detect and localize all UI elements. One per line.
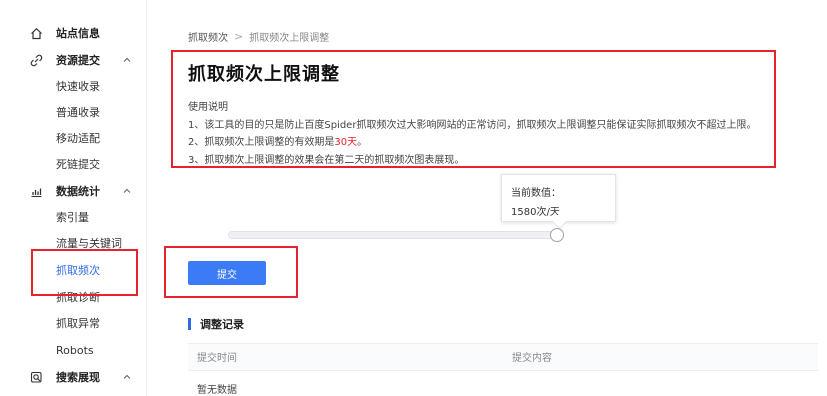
tooltip-label: 当前数值： [511, 188, 561, 199]
sidebar-item-label: 抓取诊断 [56, 291, 100, 304]
sidebar: 站点信息 资源提交 快速收录 普通收录 移动适配 死链提交 数据统计 索引量 流… [0, 0, 147, 396]
sidebar-item-label: 普通收录 [56, 106, 100, 119]
sidebar-item-traffic-keywords[interactable]: 流量与关键词 [0, 230, 146, 256]
usage-note-1: 1、该工具的目的只是防止百度Spider抓取频次过大影响网站的正常访问，抓取频次… [188, 120, 757, 131]
bar-chart-icon [29, 184, 43, 198]
sidebar-item-label: 数据统计 [56, 185, 100, 198]
breadcrumb-parent[interactable]: 抓取频次 [188, 29, 228, 44]
page-title: 抓取频次上限调整 [188, 64, 340, 85]
sidebar-item-dead-link[interactable]: 死链提交 [0, 151, 146, 177]
frequency-slider-thumb[interactable] [549, 228, 564, 242]
breadcrumb: 抓取频次 > 抓取频次上限调整 [188, 29, 329, 44]
sidebar-item-label: 资源提交 [56, 54, 100, 67]
slider-tooltip: 当前数值： 1580次/天 [501, 174, 616, 230]
records-title: 调整记录 [200, 318, 244, 331]
chevron-up-icon [123, 57, 131, 62]
empty-state-text: 暂无数据 [197, 385, 237, 396]
sidebar-item-label: 索引量 [56, 211, 89, 224]
frequency-slider-track[interactable] [228, 231, 562, 239]
sidebar-item-crawl-errors[interactable]: 抓取异常 [0, 310, 146, 336]
sidebar-item-data-stats[interactable]: 数据统计 [0, 178, 146, 204]
sidebar-item-label: 死链提交 [56, 158, 100, 171]
frequency-slider-fill [229, 232, 557, 238]
chevron-up-icon [123, 374, 131, 379]
sidebar-item-search-display[interactable]: 搜索展现 [0, 364, 146, 390]
sidebar-item-label: 搜索展现 [56, 371, 100, 384]
column-header-submit-content: 提交内容 [512, 353, 552, 364]
sidebar-item-crawl-diagnosis[interactable]: 抓取诊断 [0, 284, 146, 310]
breadcrumb-separator: > [234, 30, 244, 43]
sidebar-item-index-volume[interactable]: 索引量 [0, 204, 146, 230]
usage-note-2-suffix: 。 [357, 137, 368, 148]
sidebar-item-label: 移动适配 [56, 132, 100, 145]
search-icon [29, 370, 43, 384]
tooltip-value: 1580次/天 [511, 207, 560, 218]
usage-label: 使用说明 [188, 102, 228, 113]
chevron-up-icon [123, 188, 131, 193]
sidebar-item-resource-submit[interactable]: 资源提交 [0, 47, 146, 73]
usage-note-2-prefix: 2、抓取频次上限调整的有效期是 [188, 137, 335, 148]
submit-button[interactable]: 提交 [188, 261, 266, 285]
usage-note-3: 3、抓取频次上限调整的效果会在第二天的抓取频次图表展现。 [188, 155, 465, 166]
records-table-header [188, 343, 818, 371]
sidebar-item-label: Robots [56, 343, 94, 357]
section-accent-bar [188, 318, 191, 330]
usage-note-2: 2、抓取频次上限调整的有效期是30天。 [188, 133, 367, 148]
column-header-submit-time: 提交时间 [197, 353, 237, 364]
sidebar-item-fast-index[interactable]: 快速收录 [0, 73, 146, 99]
sidebar-item-mobile-adapt[interactable]: 移动适配 [0, 125, 146, 151]
sidebar-item-label: 站点信息 [56, 27, 100, 40]
sidebar-item-robots[interactable]: Robots [0, 337, 146, 363]
home-icon [29, 26, 43, 40]
sidebar-item-label: 流量与关键词 [56, 237, 122, 250]
breadcrumb-current: 抓取频次上限调整 [249, 33, 330, 44]
link-icon [29, 53, 43, 67]
validity-highlight: 30天 [334, 137, 358, 148]
sidebar-item-label: 快速收录 [56, 80, 100, 93]
sidebar-item-label: 抓取频次 [56, 264, 100, 277]
sidebar-item-label: 抓取异常 [56, 317, 100, 330]
sidebar-item-site-info[interactable]: 站点信息 [0, 20, 146, 46]
sidebar-item-normal-index[interactable]: 普通收录 [0, 99, 146, 125]
sidebar-item-crawl-frequency[interactable]: 抓取频次 [0, 257, 146, 283]
